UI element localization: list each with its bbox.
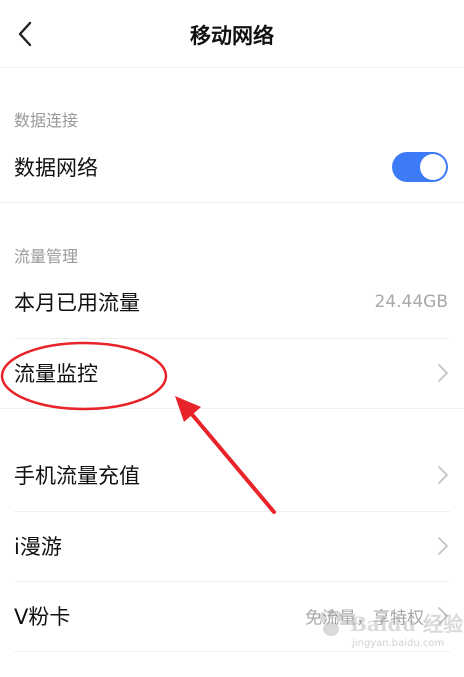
section-divider bbox=[0, 202, 464, 203]
baidu-watermark: Baidu 经验 jingyan.baidu.com bbox=[314, 604, 463, 664]
traffic-monitor-row[interactable]: 流量监控 bbox=[0, 339, 464, 407]
page-title: 移动网络 bbox=[190, 24, 274, 48]
toggle-knob bbox=[420, 154, 446, 180]
roaming-label: i漫游 bbox=[14, 535, 62, 559]
roaming-row[interactable]: i漫游 bbox=[0, 512, 464, 580]
section-divider bbox=[0, 408, 464, 409]
watermark-url: jingyan.baidu.com bbox=[352, 638, 445, 649]
chevron-right-icon bbox=[438, 466, 448, 484]
chevron-right-icon bbox=[438, 364, 448, 382]
data-network-toggle[interactable] bbox=[392, 152, 448, 182]
paw-logo-icon bbox=[319, 609, 343, 636]
section-label-data-connection: 数据连接 bbox=[14, 111, 79, 130]
section-label-traffic-management: 流量管理 bbox=[14, 247, 79, 266]
monthly-usage-row: 本月已用流量 24.44GB bbox=[0, 268, 464, 336]
traffic-monitor-label: 流量监控 bbox=[14, 362, 98, 386]
data-network-row: 数据网络 bbox=[0, 133, 464, 201]
chevron-right-icon bbox=[438, 537, 448, 555]
data-network-label: 数据网络 bbox=[14, 156, 98, 180]
vcard-label: V粉卡 bbox=[14, 605, 71, 629]
recharge-row[interactable]: 手机流量充值 bbox=[0, 441, 464, 509]
monthly-usage-label: 本月已用流量 bbox=[14, 291, 140, 315]
monthly-usage-value: 24.44GB bbox=[374, 292, 448, 312]
top-bar: 移动网络 bbox=[0, 0, 464, 68]
recharge-label: 手机流量充值 bbox=[14, 464, 140, 488]
watermark-brand: Baidu 经验 bbox=[350, 612, 463, 636]
